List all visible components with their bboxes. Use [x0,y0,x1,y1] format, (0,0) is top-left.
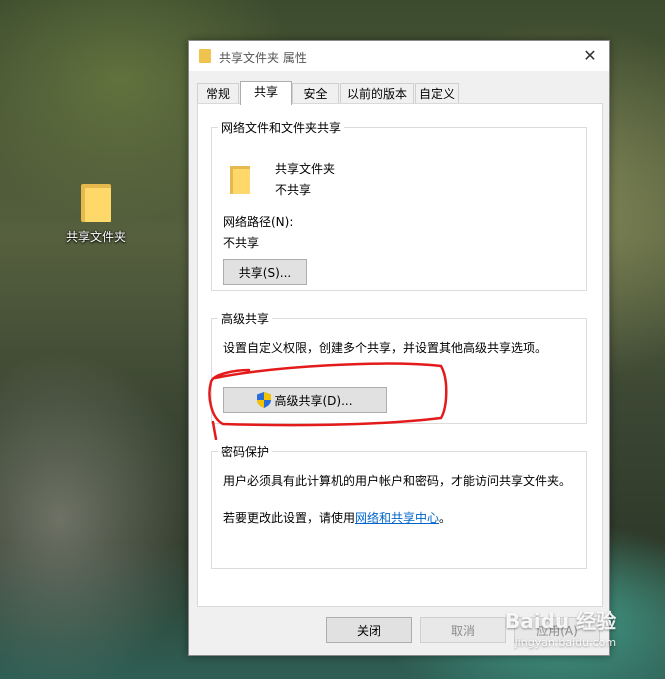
tab-sharing[interactable]: 共享 [240,81,292,105]
change-setting-suffix: 。 [439,511,452,525]
properties-dialog: 共享文件夹 属性 ✕ 常规 共享 安全 以前的版本 自定义 网络文件和文件夹共享… [188,40,610,656]
folder-name: 共享文件夹 [275,162,336,176]
change-setting-prefix: 若要更改此设置，请使用 [223,511,356,525]
folder-icon [199,49,211,63]
tab-customize[interactable]: 自定义 [415,83,459,104]
close-icon[interactable]: ✕ [577,44,603,68]
folder-icon [81,182,111,222]
tab-security[interactable]: 安全 [292,83,339,104]
advanced-sharing-description: 设置自定义权限，创建多个共享，并设置其他高级共享选项。 [223,341,548,355]
desktop-folder-shortcut[interactable]: 共享文件夹 [58,182,134,245]
network-sharing-group: 网络文件和文件夹共享 共享文件夹 不共享 网络路径(N): 不共享 共享(S).… [211,119,587,291]
password-protection-legend: 密码保护 [221,445,270,459]
advanced-sharing-group: 高级共享 设置自定义权限，创建多个共享，并设置其他高级共享选项。 高级共享(D)… [211,310,587,424]
folder-icon [230,166,250,194]
network-path-value: 不共享 [223,236,260,250]
baidu-watermark: Baidu 经验 jingyan.baidu.com [505,605,616,649]
network-sharing-center-link[interactable]: 网络和共享中心 [355,511,439,525]
sharing-panel: 网络文件和文件夹共享 共享文件夹 不共享 网络路径(N): 不共享 共享(S).… [197,103,603,607]
advanced-sharing-button[interactable]: 高级共享(D)... [223,387,387,413]
password-protection-description: 用户必须具有此计算机的用户帐户和密码，才能访问共享文件夹。 [223,474,572,488]
watermark-brand: Baidu 经验 [505,609,617,633]
title-bar[interactable]: 共享文件夹 属性 ✕ [189,41,609,71]
change-setting-text: 若要更改此设置，请使用网络和共享中心。 [223,509,451,526]
advanced-sharing-button-label: 高级共享(D)... [274,394,353,408]
folder-share-status: 不共享 [275,183,312,197]
tab-general[interactable]: 常规 [197,83,239,104]
network-path-label: 网络路径(N): [223,215,294,229]
share-button[interactable]: 共享(S)... [223,259,307,285]
advanced-sharing-legend: 高级共享 [221,312,270,326]
network-sharing-legend: 网络文件和文件夹共享 [221,121,342,135]
cancel-button[interactable]: 取消 [420,617,506,643]
tab-previous-versions[interactable]: 以前的版本 [340,83,414,104]
dialog-title: 共享文件夹 属性 [219,51,307,65]
watermark-url: jingyan.baidu.com [514,636,617,649]
uac-shield-icon [257,392,272,408]
desktop-folder-label: 共享文件夹 [65,230,126,244]
close-button[interactable]: 关闭 [326,617,412,643]
password-protection-group: 密码保护 用户必须具有此计算机的用户帐户和密码，才能访问共享文件夹。 若要更改此… [211,443,587,569]
